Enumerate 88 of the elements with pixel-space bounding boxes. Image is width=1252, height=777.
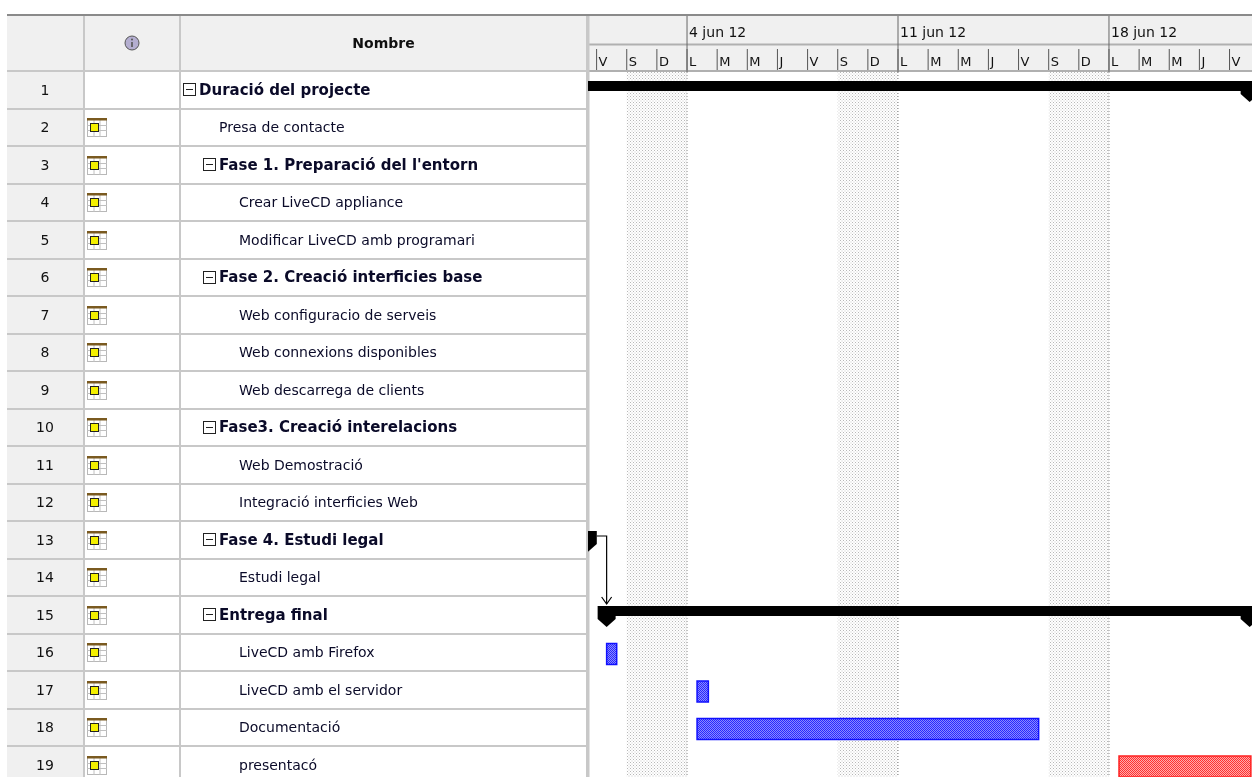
day-label: D: [1080, 54, 1091, 69]
task-grid-icon: [87, 567, 107, 588]
collapse-icon[interactable]: [203, 420, 216, 434]
day-label: L: [689, 54, 697, 69]
task-grid-icon: [87, 492, 107, 513]
day-label: M: [749, 54, 761, 69]
info-icon: [124, 35, 140, 51]
column-header[interactable]: Nombre: [181, 16, 588, 72]
task-grid-icon: [87, 417, 107, 438]
row-number: 12: [7, 484, 85, 522]
task-name: Integració interficies Web: [239, 494, 418, 511]
row-number: 7: [7, 297, 85, 335]
day-label: V: [598, 54, 608, 69]
day-label: J: [990, 54, 995, 69]
row-number: 16: [7, 634, 85, 672]
day-label: L: [1111, 54, 1119, 69]
task-grid-icon: [87, 117, 107, 138]
task-name: Estudi legal: [239, 569, 321, 586]
task-name: presentacó: [239, 756, 318, 773]
week-label: 4 jun 12: [689, 24, 747, 40]
task-grid-icon: [87, 192, 107, 213]
row-number: 1: [7, 72, 85, 110]
task-name: Fase 2. Creació interficies base: [219, 268, 483, 287]
task-grid-icon: [87, 267, 107, 288]
task-name: Web descarrega de clients: [239, 381, 425, 398]
row-number: 8: [7, 334, 85, 372]
row-number: 10: [7, 409, 85, 447]
row-number: 2: [7, 109, 85, 147]
row-number: 11: [7, 447, 85, 485]
task-name: Documentació: [239, 719, 341, 736]
row-number: 4: [7, 184, 85, 222]
day-label: V: [1020, 54, 1030, 69]
task-name: Web configuracio de serveis: [239, 306, 437, 323]
task-name: Modificar LiveCD amb programari: [239, 231, 475, 248]
collapse-icon[interactable]: [183, 83, 196, 97]
row-number: 14: [7, 559, 85, 597]
row-number: 5: [7, 222, 85, 260]
day-label: J: [779, 54, 784, 69]
task-grid-icon: [87, 604, 107, 625]
task-grid-icon: [87, 342, 107, 363]
row-number: 15: [7, 597, 85, 635]
collapse-icon[interactable]: [203, 158, 216, 172]
day-label: S: [839, 54, 848, 69]
week-label: 11 jun 12: [900, 24, 967, 40]
week-label: 18 jun 12: [1111, 24, 1178, 40]
row-number: 17: [7, 672, 85, 710]
day-label: M: [960, 54, 972, 69]
task-grid-icon: [87, 379, 107, 400]
row-number: 3: [7, 147, 85, 185]
day-label: L: [900, 54, 908, 69]
row-number: 19: [7, 747, 85, 777]
row-number: 6: [7, 259, 85, 297]
day-label: S: [628, 54, 637, 69]
day-label: M: [719, 54, 731, 69]
day-label: V: [809, 54, 819, 69]
task-grid-icon: [87, 154, 107, 175]
task-name: Fase3. Creació interelacions: [219, 418, 458, 437]
day-label: J: [1201, 54, 1206, 69]
task-name: Fase 4. Estudi legal: [219, 530, 384, 549]
task-name: Presa de contacte: [219, 119, 345, 136]
day-label: M: [1171, 54, 1183, 69]
task-grid-icon: [87, 454, 107, 475]
row-number: 9: [7, 372, 85, 410]
day-label: D: [658, 54, 669, 69]
task-grid-icon: [87, 229, 107, 250]
task-grid-icon: [87, 679, 107, 700]
task-grid-icon: [87, 642, 107, 663]
row-number: 18: [7, 709, 85, 747]
task-name: Duració del projecte: [199, 80, 371, 99]
task-name: LiveCD amb el servidor: [239, 681, 403, 698]
collapse-icon[interactable]: [203, 608, 216, 622]
task-name: Entrega final: [219, 605, 328, 624]
day-label: M: [1141, 54, 1153, 69]
task-grid-icon: [87, 304, 107, 325]
day-label: M: [930, 54, 942, 69]
day-label: S: [1050, 54, 1059, 69]
collapse-icon[interactable]: [203, 533, 216, 547]
task-name: LiveCD amb Firefox: [239, 644, 375, 661]
task-name: Crear LiveCD appliance: [239, 194, 404, 211]
collapse-icon[interactable]: [203, 270, 216, 284]
day-label: D: [869, 54, 880, 69]
task-grid-icon: [87, 717, 107, 738]
task-name: Fase 1. Preparació del l'entorn: [219, 155, 479, 174]
task-name: Web Demostració: [239, 456, 363, 473]
task-grid-icon: [87, 529, 107, 550]
day-label: V: [1231, 54, 1241, 69]
row-number: 13: [7, 522, 85, 560]
task-name: Web connexions disponibles: [239, 344, 437, 361]
